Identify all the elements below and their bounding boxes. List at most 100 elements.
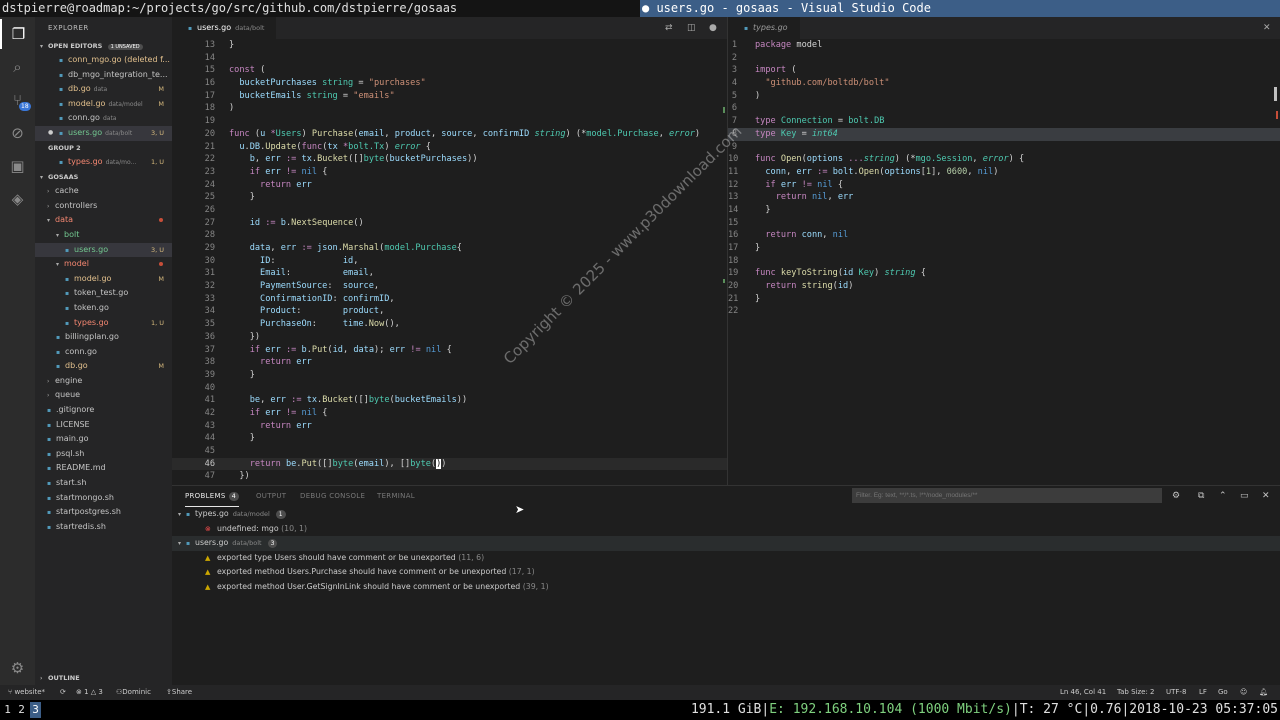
code-line[interactable]: 9	[728, 141, 1280, 154]
code-line[interactable]: 15	[728, 217, 1280, 230]
close-panel-icon[interactable]: ✕	[1262, 486, 1270, 506]
code-line[interactable]: 33 ConfirmationID: confirmID,	[172, 293, 727, 306]
problem-file-group[interactable]: ▾ ▪ users.go data/bolt 3	[172, 536, 1280, 551]
tab-output[interactable]: OUTPUT	[256, 486, 286, 506]
code-line[interactable]: 30 ID: id,	[172, 255, 727, 268]
sync-icon[interactable]: ⟳	[60, 685, 66, 700]
code-line[interactable]: 40	[172, 382, 727, 395]
code-line[interactable]: 11 conn, err := bolt.Open(options[1], 06…	[728, 166, 1280, 179]
bell-icon[interactable]: 🔔︎	[1259, 685, 1268, 700]
list-item[interactable]: ▪ types.go 1, U	[35, 316, 172, 331]
list-item[interactable]: ▪ startmongo.sh	[35, 491, 172, 506]
code-line[interactable]: 13 return nil, err	[728, 191, 1280, 204]
source-control-icon[interactable]: ⑂ 18	[0, 85, 35, 115]
code-line[interactable]: 35 PurchaseOn: time.Now(),	[172, 318, 727, 331]
unsaved-dot-icon[interactable]: ●	[709, 17, 717, 39]
code-line[interactable]: 41 be, err := tx.Bucket([]byte(bucketEma…	[172, 394, 727, 407]
list-item[interactable]: ▪ users.go 3, U	[35, 242, 172, 258]
code-line[interactable]: 14	[172, 52, 727, 65]
code-line[interactable]: 22 b, err := tx.Bucket([]byte(bucketPurc…	[172, 153, 727, 166]
code-line[interactable]: 20 return string(id)	[728, 280, 1280, 293]
list-item[interactable]: ▪ token_test.go	[35, 286, 172, 301]
code-line[interactable]: 38 return err	[172, 356, 727, 369]
code-line[interactable]: 25 }	[172, 191, 727, 204]
chevron-up-icon[interactable]: ⌃	[1219, 486, 1227, 506]
code-line[interactable]: 14 }	[728, 204, 1280, 217]
outline-header[interactable]: › OUTLINE	[40, 671, 80, 685]
list-item[interactable]: ▾ model	[35, 257, 172, 272]
workspace-2[interactable]: 2	[16, 702, 27, 718]
debug-icon[interactable]: ⊘	[0, 118, 35, 148]
maximize-panel-icon[interactable]: ▭	[1240, 486, 1249, 506]
workspace-1[interactable]: 1	[2, 702, 13, 718]
code-line[interactable]: 21 u.DB.Update(func(tx *bolt.Tx) error {	[172, 141, 727, 154]
list-item[interactable]: ▪ conn_mgo.go (deleted f...	[35, 53, 172, 68]
tab-users-go[interactable]: ▪ users.go data/bolt	[172, 17, 277, 39]
filter-options-icon[interactable]: ⚙	[1172, 486, 1180, 506]
code-line[interactable]: 15 const (	[172, 64, 727, 77]
code-line[interactable]: 34 Product: product,	[172, 305, 727, 318]
list-item[interactable]: ▪ startpostgres.sh	[35, 505, 172, 520]
tab-debug-console[interactable]: DEBUG CONSOLE	[300, 486, 365, 506]
code-line[interactable]: 18)	[172, 102, 727, 115]
list-item[interactable]: ▾ bolt	[35, 228, 172, 243]
cursor-position[interactable]: Ln 46, Col 41	[1060, 685, 1106, 700]
list-item[interactable]: ▪ start.sh	[35, 476, 172, 491]
list-item[interactable]: › queue	[35, 388, 172, 403]
code-line[interactable]: 47 })	[172, 470, 727, 483]
problem-item[interactable]: ▲ exported method User.GetSignInLink shou…	[172, 580, 1280, 595]
list-item[interactable]: ▪ db.go data M	[35, 82, 172, 97]
compare-icon[interactable]: ⇄	[665, 17, 673, 39]
problem-item[interactable]: ▲ exported type Users should have comment…	[172, 551, 1280, 566]
code-area-left[interactable]: 13} 14 15 const (16 bucketPurchases string …	[172, 39, 727, 485]
group-2-header[interactable]: GROUP 2	[35, 141, 172, 155]
code-line[interactable]: 8 type Key = int64	[728, 127, 1280, 141]
list-item[interactable]: ▪ model.go data/model M	[35, 97, 172, 112]
code-line[interactable]: 5)	[728, 90, 1280, 103]
split-editor-icon[interactable]: ◫	[687, 17, 696, 39]
workspace-3[interactable]: 3	[30, 702, 41, 718]
problem-file-group[interactable]: ▾ ▪ types.go data/model 1	[172, 507, 1280, 522]
list-item[interactable]: ▪ conn.go	[35, 345, 172, 360]
code-line[interactable]: 12 if err != nil {	[728, 179, 1280, 192]
code-line[interactable]: 10 func Open(options ...string) (*mgo.Ses…	[728, 153, 1280, 166]
list-item[interactable]: › controllers	[35, 199, 172, 214]
eol[interactable]: LF	[1199, 685, 1207, 700]
list-item[interactable]: ▪ main.go	[35, 432, 172, 447]
list-item[interactable]: ▪ conn.go data	[35, 111, 172, 126]
language-mode[interactable]: Go	[1218, 685, 1228, 700]
code-line[interactable]: 27 id := b.NextSequence()	[172, 217, 727, 230]
code-line[interactable]: 19 func keyToString(id Key) string {	[728, 267, 1280, 280]
code-area-right[interactable]: 1 package model 2 3 import (4 "github.com/bo…	[728, 39, 1280, 485]
code-line[interactable]: 19	[172, 115, 727, 128]
code-line[interactable]: 16 bucketPurchases string = "purchases"	[172, 77, 727, 90]
code-line[interactable]: 4 "github.com/boltdb/bolt"	[728, 77, 1280, 90]
open-editors-header[interactable]: ▾ OPEN EDITORS 1 UNSAVED	[35, 39, 172, 53]
code-line[interactable]: 29 data, err := json.Marshal(model.Purch…	[172, 242, 727, 255]
code-line[interactable]: 20 func (u *Users) Purchase(email, produc…	[172, 128, 727, 141]
tab-terminal[interactable]: TERMINAL	[377, 486, 415, 506]
code-line[interactable]: 28	[172, 229, 727, 242]
unsaved-dot-icon[interactable]: ●	[48, 126, 53, 141]
project-header[interactable]: ▾ GOSAAS	[35, 170, 172, 184]
code-line[interactable]: 36 })	[172, 331, 727, 344]
code-line[interactable]: 42 if err != nil {	[172, 407, 727, 420]
list-item[interactable]: ▪ startredis.sh	[35, 520, 172, 535]
list-item[interactable]: › cache	[35, 184, 172, 199]
code-line[interactable]: 18	[728, 255, 1280, 268]
remote-icon[interactable]: ◈	[0, 184, 35, 214]
code-line[interactable]: 26	[172, 204, 727, 217]
gear-icon[interactable]: ⚙	[0, 653, 35, 683]
problem-item[interactable]: ▲ exported method Users.Purchase should h…	[172, 565, 1280, 580]
encoding[interactable]: UTF-8	[1166, 685, 1186, 700]
code-line[interactable]: 3 import (	[728, 64, 1280, 77]
live-share-user[interactable]: ⚇Dominic	[116, 685, 151, 700]
code-line[interactable]: 6	[728, 102, 1280, 115]
code-line[interactable]: 45	[172, 445, 727, 458]
list-item[interactable]: ▾ data	[35, 213, 172, 228]
list-item[interactable]: ▪ model.go M	[35, 272, 172, 287]
problem-item[interactable]: ⊗ undefined: mgo (10, 1)	[172, 522, 1280, 537]
code-line[interactable]: 17 bucketEmails string = "emails"	[172, 90, 727, 103]
code-line[interactable]: 39 }	[172, 369, 727, 382]
explorer-icon[interactable]: ❐	[0, 19, 35, 49]
